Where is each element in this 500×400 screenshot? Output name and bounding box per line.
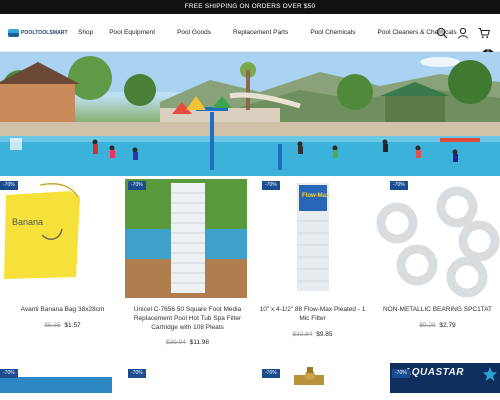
- product-card[interactable]: -70%: [125, 363, 247, 393]
- logo-icon: [8, 28, 19, 37]
- product-card[interactable]: -70%: [250, 363, 375, 393]
- product-price: $39.94 $11.98: [125, 339, 250, 346]
- product-grid: -70% Banana Avanti Banana Bag 38x28cm $5…: [0, 176, 500, 369]
- product-title[interactable]: NON-METALLIC BEARING SPC1TAT: [379, 305, 496, 314]
- product-image[interactable]: Flow-Max: [250, 179, 375, 298]
- announcement-text: FREE SHIPPING ON ORDERS OVER $50: [184, 3, 316, 10]
- product-card[interactable]: -70% NON-METALLIC BEARING SPC1TAT $9.29 …: [375, 179, 500, 369]
- discount-badge: -70%: [128, 369, 146, 378]
- nav-replacement-parts[interactable]: Replacement Parts: [227, 29, 294, 36]
- star-icon: [483, 367, 497, 381]
- new-price: $9.85: [316, 331, 333, 338]
- svg-text:Banana: Banana: [12, 217, 43, 227]
- product-image[interactable]: [0, 377, 112, 393]
- discount-badge: -70%: [262, 181, 280, 190]
- product-price: $32.84 $9.85: [250, 331, 375, 338]
- product-image[interactable]: [125, 179, 247, 298]
- discount-badge: -70%: [262, 369, 280, 378]
- product-price: $9.29 $2.79: [375, 322, 500, 329]
- hero-pool-image: [0, 52, 500, 176]
- discount-badge: -70%: [0, 369, 18, 378]
- new-price: $11.98: [189, 339, 210, 346]
- new-price: $2.79: [439, 322, 456, 329]
- product-card[interactable]: -70% Banana Avanti Banana Bag 38x28cm $5…: [0, 179, 125, 369]
- discount-badge: -70%: [392, 369, 410, 378]
- nav-pool-goods[interactable]: Pool Goods: [171, 29, 217, 36]
- svg-text:Flow-Max: Flow-Max: [302, 193, 330, 199]
- product-image[interactable]: [375, 179, 500, 298]
- product-price: $5.35 $1.57: [0, 322, 125, 329]
- old-price: $32.84: [292, 331, 313, 338]
- product-title[interactable]: Unicel C-7656 50 Square Foot Media Repla…: [129, 305, 246, 332]
- old-price: $9.29: [419, 322, 436, 329]
- product-card[interactable]: -70% AQUASTAR: [390, 363, 500, 393]
- hero-banner: [0, 52, 500, 176]
- cart-icon[interactable]: 0: [478, 26, 494, 61]
- discount-badge: -70%: [128, 181, 146, 190]
- main-nav: Shop Pool Equipment Pool Goods Replaceme…: [76, 29, 463, 36]
- announcement-bar: FREE SHIPPING ON ORDERS OVER $50: [0, 0, 500, 14]
- search-icon[interactable]: [436, 26, 448, 39]
- product-title[interactable]: Avanti Banana Bag 38x28cm: [4, 305, 121, 314]
- product-grid-row-2: -70% -70% -70% -70% AQUASTAR: [0, 363, 500, 393]
- product-image[interactable]: Banana: [0, 179, 120, 298]
- discount-badge: -70%: [390, 181, 408, 190]
- brand-logo-image: AQUASTAR: [404, 367, 464, 378]
- discount-badge: -70%: [0, 181, 18, 190]
- nav-pool-equipment[interactable]: Pool Equipment: [103, 29, 161, 36]
- old-price: $5.35: [44, 322, 61, 329]
- product-card[interactable]: -70%: [0, 363, 112, 393]
- old-price: $39.94: [165, 339, 186, 346]
- product-image[interactable]: [290, 367, 330, 393]
- header-icons: 0: [436, 26, 494, 61]
- account-icon[interactable]: [457, 26, 469, 39]
- nav-shop[interactable]: Shop: [76, 29, 99, 36]
- product-card[interactable]: -70% Flow-Max 10" x 4-1/2" 88 Flow-Max P…: [250, 179, 375, 369]
- new-price: $1.57: [64, 322, 81, 329]
- brand-logo[interactable]: POOLTOOLSMART: [8, 28, 74, 37]
- product-title[interactable]: 10" x 4-1/2" 88 Flow-Max Pleated - 1 Mic…: [254, 305, 371, 323]
- site-header: POOLTOOLSMART Shop Pool Equipment Pool G…: [0, 14, 500, 61]
- nav-pool-chemicals[interactable]: Pool Chemicals: [304, 29, 361, 36]
- brand-name: POOLTOOLSMART: [21, 29, 68, 36]
- product-card[interactable]: -70% Unicel C-7656 50 Square Foot Media …: [125, 179, 250, 369]
